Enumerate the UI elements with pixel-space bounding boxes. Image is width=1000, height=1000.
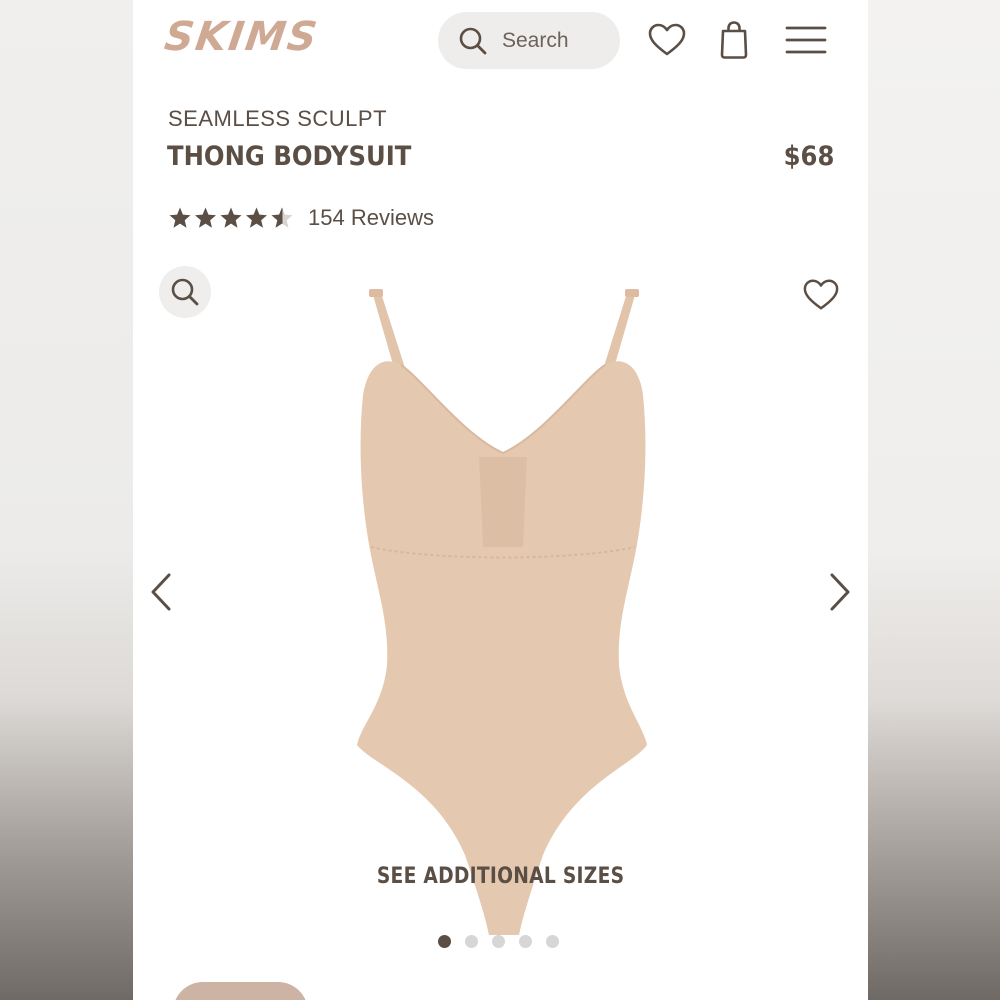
carousel-dot-2[interactable] bbox=[465, 935, 478, 948]
background-left bbox=[0, 0, 133, 1000]
search-icon bbox=[459, 27, 487, 54]
star-half-icon bbox=[271, 207, 293, 228]
carousel-dot-1[interactable] bbox=[438, 935, 451, 948]
zoom-button[interactable] bbox=[159, 266, 211, 318]
star-full-icon bbox=[169, 207, 191, 228]
menu-icon bbox=[785, 26, 827, 54]
cart-button[interactable] bbox=[716, 18, 752, 62]
reviews-link[interactable]: 154 Reviews bbox=[308, 205, 434, 231]
color-swatch[interactable] bbox=[173, 982, 308, 1000]
see-additional-sizes-label: SEE ADDITIONAL SIZES bbox=[376, 864, 625, 889]
carousel-dot-3[interactable] bbox=[492, 935, 505, 948]
collection-name: SEAMLESS SCULPT bbox=[168, 106, 388, 131]
search-bar[interactable]: Search bbox=[438, 12, 620, 69]
carousel-dots bbox=[438, 935, 559, 948]
product-title: THONG BODYSUIT bbox=[167, 141, 412, 172]
star-full-icon bbox=[195, 207, 216, 228]
menu-button[interactable] bbox=[783, 22, 829, 58]
product-page: SKIMS Search SEAMLESS SCULPT THONG BODYS… bbox=[133, 0, 868, 1000]
search-placeholder: Search bbox=[502, 28, 569, 52]
see-additional-sizes-link[interactable]: SEE ADDITIONAL SIZES bbox=[133, 864, 868, 889]
product-price: $68 bbox=[783, 141, 834, 172]
brand-logo[interactable]: SKIMS bbox=[162, 14, 322, 60]
wishlist-button[interactable] bbox=[647, 20, 687, 60]
wishlist-heart-icon[interactable] bbox=[803, 278, 839, 312]
star-full-icon bbox=[220, 207, 242, 228]
star-full-icon bbox=[246, 207, 267, 228]
chevron-right-icon[interactable] bbox=[828, 572, 852, 612]
zoom-icon bbox=[171, 278, 199, 306]
rating-row[interactable]: 154 Reviews bbox=[168, 205, 434, 231]
chevron-left-icon[interactable] bbox=[149, 572, 173, 612]
background-right bbox=[868, 0, 1000, 1000]
bag-icon bbox=[720, 21, 748, 59]
carousel-dot-5[interactable] bbox=[546, 935, 559, 948]
product-image[interactable] bbox=[343, 285, 663, 935]
star-rating bbox=[169, 207, 293, 228]
heart-icon bbox=[648, 23, 686, 56]
carousel-dot-4[interactable] bbox=[519, 935, 532, 948]
